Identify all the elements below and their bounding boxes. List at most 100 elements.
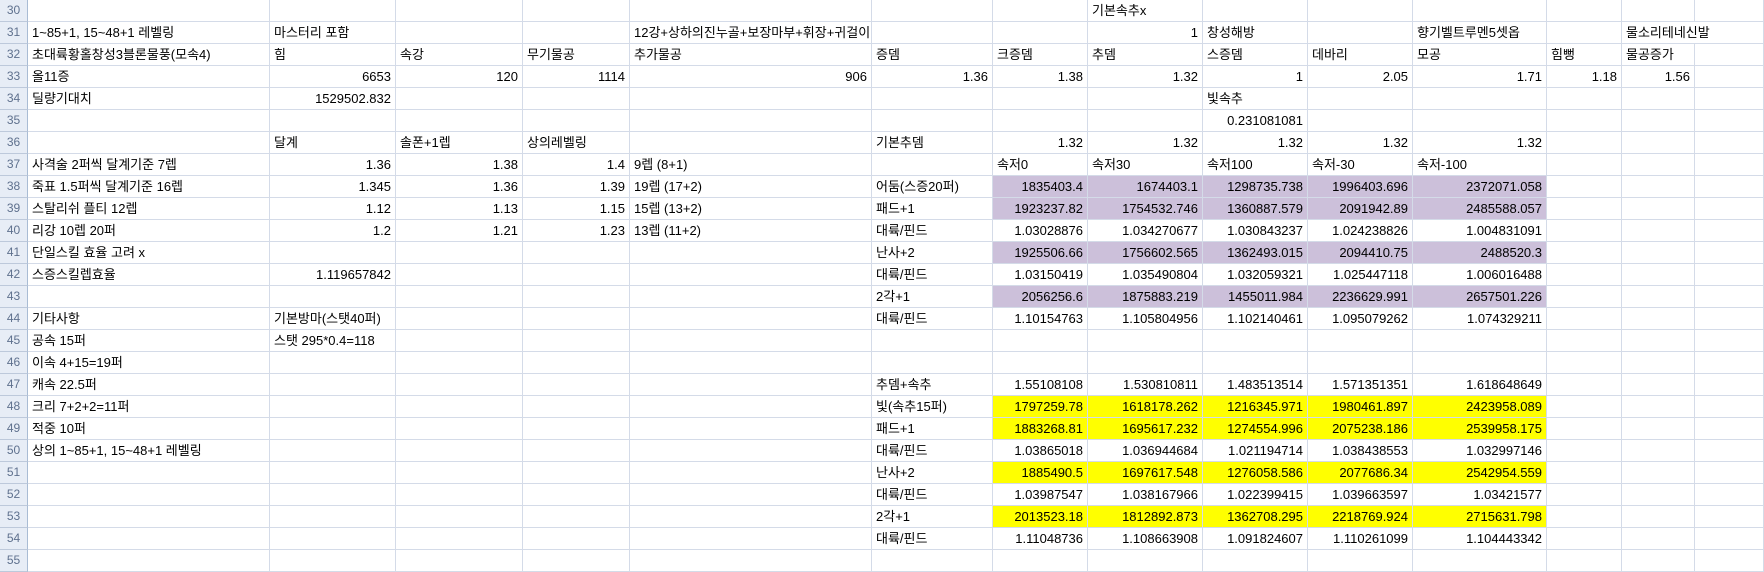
cell-G45[interactable] [993,330,1088,352]
cell-N50[interactable] [1695,440,1764,462]
cell-L40[interactable] [1547,220,1622,242]
cell-A30[interactable] [28,0,270,22]
cell-J35[interactable] [1308,110,1413,132]
cell-M37[interactable] [1622,154,1695,176]
cell-J54[interactable]: 1.110261099 [1308,528,1413,550]
cell-A36[interactable] [28,132,270,154]
cell-H40[interactable]: 1.034270677 [1088,220,1203,242]
cell-B35[interactable] [270,110,396,132]
cell-A32[interactable]: 초대륙황홀창성3블론물풍(모속4) [28,44,270,66]
cell-J50[interactable]: 1.038438553 [1308,440,1413,462]
cell-G51[interactable]: 1885490.5 [993,462,1088,484]
cell-A48[interactable]: 크리 7+2+2=11퍼 [28,396,270,418]
cell-N40[interactable] [1695,220,1764,242]
cell-I44[interactable]: 1.102140461 [1203,308,1308,330]
cell-A39[interactable]: 스탈리쉬 플티 12렙 [28,198,270,220]
cell-B49[interactable] [270,418,396,440]
cell-D31[interactable] [523,22,630,44]
cell-G30[interactable] [993,0,1088,22]
cell-H37[interactable]: 속저30 [1088,154,1203,176]
cell-F35[interactable] [872,110,993,132]
cell-M47[interactable] [1622,374,1695,396]
cell-D45[interactable] [523,330,630,352]
cell-C45[interactable] [396,330,523,352]
cell-F45[interactable] [872,330,993,352]
cell-D38[interactable]: 1.39 [523,176,630,198]
cell-H52[interactable]: 1.038167966 [1088,484,1203,506]
cell-N52[interactable] [1695,484,1764,506]
cell-F40[interactable]: 대륙/핀드 [872,220,993,242]
cell-F31[interactable] [872,22,993,44]
cell-J37[interactable]: 속저-30 [1308,154,1413,176]
cell-C53[interactable] [396,506,523,528]
cell-F44[interactable]: 대륙/핀드 [872,308,993,330]
cell-C50[interactable] [396,440,523,462]
cell-D34[interactable] [523,88,630,110]
cell-M45[interactable] [1622,330,1695,352]
cell-G40[interactable]: 1.03028876 [993,220,1088,242]
cell-A35[interactable] [28,110,270,132]
cell-B43[interactable] [270,286,396,308]
cell-L37[interactable] [1547,154,1622,176]
cell-L50[interactable] [1547,440,1622,462]
row-header-49[interactable]: 49 [0,418,28,440]
cell-L48[interactable] [1547,396,1622,418]
cell-A50[interactable]: 상의 1~85+1, 15~48+1 레벨링 [28,440,270,462]
cell-L52[interactable] [1547,484,1622,506]
cell-F52[interactable]: 대륙/핀드 [872,484,993,506]
cell-E33[interactable]: 906 [630,66,872,88]
cell-A55[interactable] [28,550,270,572]
cell-C33[interactable]: 120 [396,66,523,88]
cell-L32[interactable]: 힘뻥 [1547,44,1622,66]
cell-H50[interactable]: 1.036944684 [1088,440,1203,462]
cell-B31[interactable]: 마스터리 포함 [270,22,396,44]
cell-F38[interactable]: 어둠(스증20퍼) [872,176,993,198]
cell-D52[interactable] [523,484,630,506]
cell-I41[interactable]: 1362493.015 [1203,242,1308,264]
cell-I34[interactable]: 빛속추 [1203,88,1308,110]
cell-D32[interactable]: 무기물공 [523,44,630,66]
cell-J45[interactable] [1308,330,1413,352]
cell-E42[interactable] [630,264,872,286]
cell-G55[interactable] [993,550,1088,572]
cell-C32[interactable]: 속강 [396,44,523,66]
cell-N55[interactable] [1695,550,1764,572]
cell-I30[interactable] [1203,0,1308,22]
row-header-34[interactable]: 34 [0,88,28,110]
cell-N49[interactable] [1695,418,1764,440]
cell-D48[interactable] [523,396,630,418]
cell-M54[interactable] [1622,528,1695,550]
cell-E52[interactable] [630,484,872,506]
cell-K36[interactable]: 1.32 [1413,132,1547,154]
cell-I32[interactable]: 스증뎀 [1203,44,1308,66]
cell-G53[interactable]: 2013523.18 [993,506,1088,528]
cell-N39[interactable] [1695,198,1764,220]
cell-E38[interactable]: 19렙 (17+2) [630,176,872,198]
cell-F30[interactable] [872,0,993,22]
cell-C34[interactable] [396,88,523,110]
cell-K34[interactable] [1413,88,1547,110]
cell-D53[interactable] [523,506,630,528]
cell-G49[interactable]: 1883268.81 [993,418,1088,440]
cell-E36[interactable] [630,132,872,154]
cell-D39[interactable]: 1.15 [523,198,630,220]
cell-B41[interactable] [270,242,396,264]
cell-H51[interactable]: 1697617.548 [1088,462,1203,484]
cell-N34[interactable] [1695,88,1764,110]
cell-A34[interactable]: 딜량기대치 [28,88,270,110]
cell-I46[interactable] [1203,352,1308,374]
row-header-48[interactable]: 48 [0,396,28,418]
cell-D54[interactable] [523,528,630,550]
cell-L36[interactable] [1547,132,1622,154]
cell-B47[interactable] [270,374,396,396]
cell-M50[interactable] [1622,440,1695,462]
cell-A33[interactable]: 올11증 [28,66,270,88]
cell-B52[interactable] [270,484,396,506]
cell-I36[interactable]: 1.32 [1203,132,1308,154]
cell-C49[interactable] [396,418,523,440]
cell-L43[interactable] [1547,286,1622,308]
cell-F43[interactable]: 2각+1 [872,286,993,308]
cell-A37[interactable]: 사격술 2퍼씩 달계기준 7렙 [28,154,270,176]
cell-K41[interactable]: 2488520.3 [1413,242,1547,264]
cell-A41[interactable]: 단일스킬 효율 고려 x [28,242,270,264]
